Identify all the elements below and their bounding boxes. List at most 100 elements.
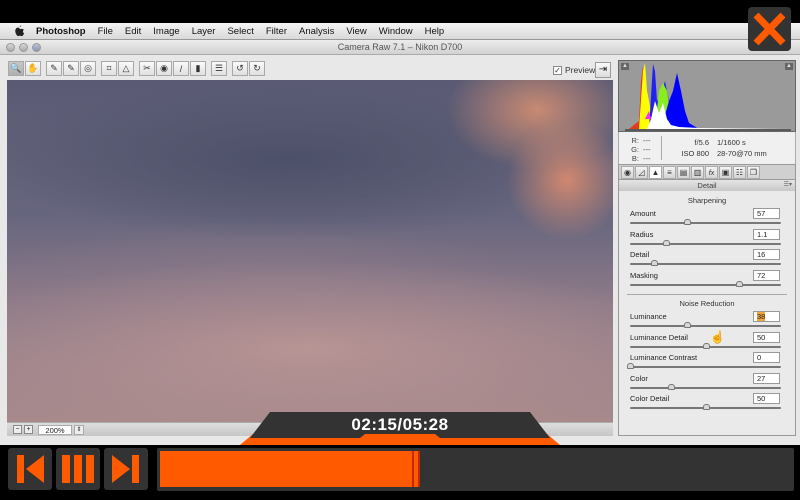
menu-filter[interactable]: Filter xyxy=(266,26,287,37)
luminance-slider[interactable] xyxy=(630,322,781,328)
camera-calibration-tab[interactable]: ▣ xyxy=(719,166,732,179)
panel-header: Detail ☰▾ xyxy=(618,180,796,191)
hand-tool-button[interactable]: ✋ xyxy=(25,61,41,76)
preview-toggle[interactable]: ✓ Preview xyxy=(553,65,595,75)
straighten-tool-button[interactable]: △ xyxy=(118,61,134,76)
skip-forward-button[interactable] xyxy=(104,448,148,490)
radius-slider[interactable] xyxy=(630,239,781,246)
menu-file[interactable]: File xyxy=(98,26,113,37)
color-slider-thumb[interactable] xyxy=(667,383,675,390)
color-input[interactable]: 27 xyxy=(753,372,780,384)
radius-control: Radius 1.1 xyxy=(619,228,795,249)
luminance-contrast-input[interactable]: 0 xyxy=(753,352,780,363)
preview-label: Preview xyxy=(565,65,596,75)
spot-removal-tool-button[interactable]: ✂ xyxy=(139,61,155,76)
radius-input[interactable]: 1.1 xyxy=(753,228,780,240)
color-detail-input[interactable]: 50 xyxy=(753,393,780,404)
rgb-readout: R: --- G: --- B: --- xyxy=(629,136,651,163)
color-detail-slider[interactable] xyxy=(630,404,781,410)
luminance-label: Luminance xyxy=(630,312,667,321)
color-sampler-tool-button[interactable]: ✎ xyxy=(63,61,79,76)
split-toning-tab-icon: ▤ xyxy=(679,168,688,177)
masking-input[interactable]: 72 xyxy=(753,269,780,281)
zoom-out-button[interactable]: − xyxy=(13,425,22,434)
hsl-tab[interactable]: ≡ xyxy=(663,166,676,179)
effects-tab[interactable]: fx xyxy=(705,166,718,179)
panel-title: Detail xyxy=(697,181,717,190)
menu-photoshop[interactable]: Photoshop xyxy=(36,26,86,37)
menu-help[interactable]: Help xyxy=(425,26,445,37)
detail-tab[interactable]: ▲ xyxy=(649,166,662,179)
amount-slider-thumb[interactable] xyxy=(684,219,692,225)
panel-menu-icon[interactable]: ☰▾ xyxy=(784,180,792,191)
luminance-contrast-slider[interactable] xyxy=(627,363,781,369)
luminance-slider-thumb[interactable] xyxy=(684,322,692,328)
radius-slider-thumb[interactable] xyxy=(663,239,671,246)
rotate-right-button[interactable]: ↻ xyxy=(249,61,265,76)
progress-fill xyxy=(160,451,419,487)
detail-slider-thumb[interactable] xyxy=(651,260,659,266)
b-value: --- xyxy=(643,154,651,163)
adjustment-brush-icon: / xyxy=(179,63,183,74)
image-preview[interactable] xyxy=(7,80,613,422)
luminance-input[interactable]: 38 xyxy=(753,311,780,322)
r-label: R: xyxy=(631,136,640,145)
menu-select[interactable]: Select xyxy=(227,26,253,37)
preferences-button[interactable]: ☰ xyxy=(211,61,227,76)
zoom-dropdown-icon[interactable]: ⇕ xyxy=(74,424,84,435)
adjustment-brush-button[interactable]: / xyxy=(173,61,189,76)
lens-corrections-tab[interactable]: ▥ xyxy=(691,166,704,179)
menu-window[interactable]: Window xyxy=(379,26,413,37)
masking-slider-thumb[interactable] xyxy=(735,280,743,287)
close-video-button[interactable] xyxy=(748,7,791,51)
detail-slider[interactable] xyxy=(630,260,781,266)
luminance-detail-input[interactable]: 50 xyxy=(753,331,780,343)
crop-tool-button[interactable]: ⌗ xyxy=(101,61,117,76)
menu-analysis[interactable]: Analysis xyxy=(299,26,334,37)
luminance-contrast-slider-thumb[interactable] xyxy=(627,363,634,369)
color-slider[interactable] xyxy=(630,383,781,390)
shadow-clipping-toggle[interactable]: ▲ xyxy=(621,63,629,70)
menu-view[interactable]: View xyxy=(346,26,366,37)
pause-button[interactable] xyxy=(56,448,100,490)
rotate-left-button[interactable]: ↺ xyxy=(232,61,248,76)
color-detail-slider-thumb[interactable] xyxy=(702,404,710,410)
luminance-detail-slider-thumb[interactable] xyxy=(702,342,710,349)
basic-tab[interactable]: ◉ xyxy=(621,166,634,179)
radius-value: 1.1 xyxy=(757,229,768,239)
progress-handle[interactable] xyxy=(412,451,420,487)
white-balance-tool-button[interactable]: ✎ xyxy=(46,61,62,76)
masking-label: Masking xyxy=(630,270,658,280)
amount-input[interactable]: 57 xyxy=(753,208,780,219)
apple-icon[interactable] xyxy=(14,25,26,37)
amount-slider[interactable] xyxy=(630,219,781,225)
luminance-detail-value: 50 xyxy=(757,332,766,342)
fullscreen-toggle-button[interactable]: ⇥ xyxy=(595,62,611,78)
highlight-clipping-toggle[interactable]: ▲ xyxy=(785,63,793,70)
amount-label: Amount xyxy=(630,209,656,218)
timecode-text: 02:15/05:28 xyxy=(351,415,449,434)
targeted-adjustment-tool-button[interactable]: ◎ xyxy=(80,61,96,76)
presets-tab[interactable]: ☷ xyxy=(733,166,746,179)
detail-input[interactable]: 16 xyxy=(753,249,780,260)
menu-edit[interactable]: Edit xyxy=(125,26,141,37)
luminance-detail-slider[interactable] xyxy=(630,342,781,349)
menu-layer[interactable]: Layer xyxy=(192,26,216,37)
preview-checkbox[interactable]: ✓ xyxy=(553,65,562,75)
zoom-in-button[interactable]: + xyxy=(24,425,33,434)
skip-forward-icon xyxy=(112,455,139,483)
red-eye-tool-button[interactable]: ◉ xyxy=(156,61,172,76)
split-toning-tab[interactable]: ▤ xyxy=(677,166,690,179)
detail-panel: Sharpening Amount 57 Radius 1.1 Detail 16 Mask… xyxy=(618,191,796,436)
zoom-tool-button[interactable]: 🔍 xyxy=(8,61,24,76)
snapshots-tab[interactable]: ❐ xyxy=(747,166,760,179)
tone-curve-tab-icon: ◿ xyxy=(638,168,645,177)
spot-removal-tool-icon: ✂ xyxy=(143,63,151,73)
graduated-filter-button[interactable]: ▮ xyxy=(190,61,206,76)
zoom-level[interactable]: 200% xyxy=(38,424,72,435)
menu-image[interactable]: Image xyxy=(153,26,179,37)
masking-slider[interactable] xyxy=(630,280,781,287)
skip-back-button[interactable] xyxy=(8,448,52,490)
tone-curve-tab[interactable]: ◿ xyxy=(635,166,648,179)
progress-bar[interactable] xyxy=(157,448,794,491)
